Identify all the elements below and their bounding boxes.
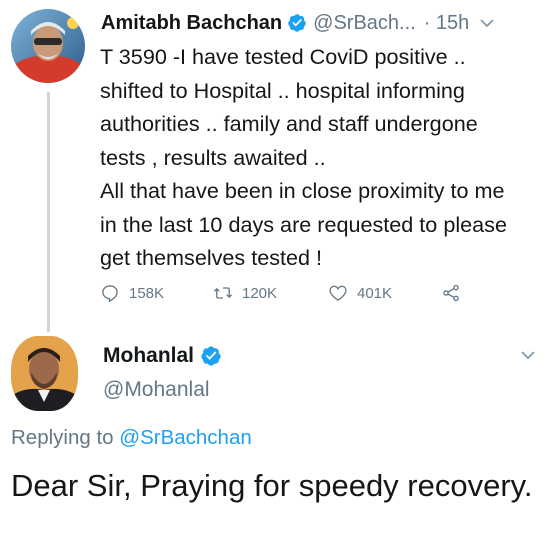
like-icon [329, 285, 347, 301]
tweet-text: T 3590 -I have tested CoviD positive .. … [100, 44, 507, 270]
reply-author-handle[interactable]: @Mohanlal [103, 378, 210, 402]
verified-badge-icon [288, 14, 306, 32]
verified-badge-icon [201, 346, 221, 366]
reply-icon [102, 285, 118, 303]
thread-line [47, 92, 50, 332]
author-avatar[interactable] [11, 9, 85, 83]
reply-text: Dear Sir, Praying for speedy recovery. [11, 468, 533, 503]
reply-author-name[interactable]: Mohanlal [103, 344, 194, 368]
reply-author-avatar[interactable] [11, 336, 78, 411]
tweet-header: Amitabh Bachchan @SrBach... · 15h [101, 6, 542, 40]
share-icon [443, 284, 459, 302]
like-count: 401K [357, 284, 393, 302]
retweet-count: 120K [242, 284, 278, 302]
reply-header: Mohanlal [103, 340, 228, 372]
replying-to-mention[interactable]: @SrBachchan [119, 426, 252, 449]
replying-to-line: Replying to @SrBachchan [11, 426, 252, 450]
replying-prefix: Replying to [11, 426, 120, 449]
chevron-down-icon[interactable] [520, 347, 536, 363]
reply-button[interactable]: 158K [100, 283, 213, 303]
tweet-time[interactable]: · 15h [424, 12, 470, 35]
tweet-actions: 158K 120K 401K [100, 276, 470, 310]
chevron-down-icon[interactable] [479, 15, 495, 31]
retweet-icon [213, 287, 233, 299]
like-button[interactable]: 401K [328, 283, 441, 303]
retweet-button[interactable]: 120K [213, 283, 328, 303]
author-handle[interactable]: @SrBach... [313, 12, 416, 35]
reply-count: 158K [129, 284, 165, 302]
author-name[interactable]: Amitabh Bachchan [101, 12, 282, 35]
share-button[interactable] [441, 283, 470, 303]
